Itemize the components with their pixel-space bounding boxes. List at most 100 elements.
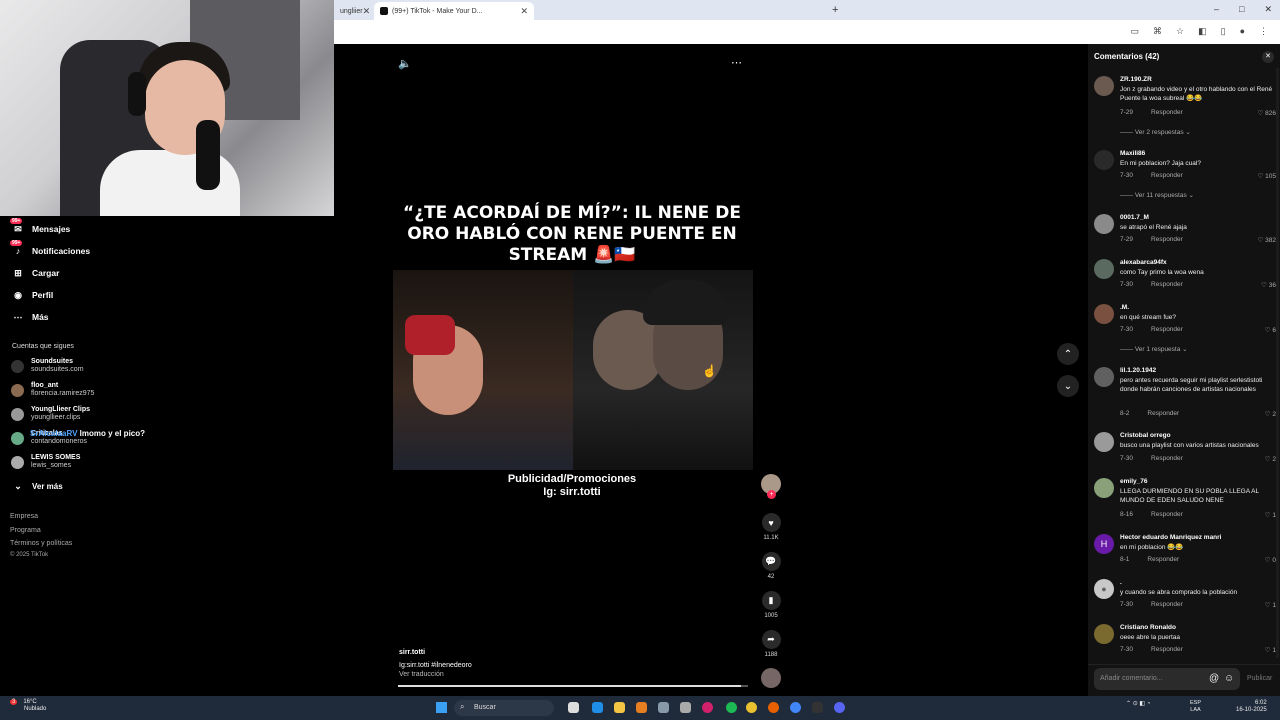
edge-icon[interactable] <box>592 702 603 713</box>
comment-likes[interactable]: ♡ 1 <box>1265 601 1276 609</box>
music-icon[interactable] <box>680 702 691 713</box>
language-indicator[interactable]: ESP LAA <box>1190 700 1201 714</box>
avatar[interactable] <box>1094 76 1114 96</box>
nav-profile[interactable]: ◉ Perfil <box>12 289 53 301</box>
nav-notifications[interactable]: ♪ 99+ Notificaciones <box>10 240 90 257</box>
reply-button[interactable]: Responder <box>1151 455 1183 462</box>
avatar[interactable]: H <box>1094 534 1114 554</box>
following-item[interactable]: floo_ant florencia.ramirez975 <box>11 382 94 398</box>
comment-user[interactable]: lil.1.20.1942 <box>1120 367 1156 374</box>
chrome-active-icon[interactable] <box>790 702 801 713</box>
reply-button[interactable]: Responder <box>1151 236 1183 243</box>
new-tab-icon[interactable]: + <box>832 4 838 16</box>
reply-button[interactable]: Responder <box>1151 646 1183 653</box>
comment-user[interactable]: ZR.190.ZR <box>1120 76 1152 83</box>
tab-inactive[interactable]: ungliier ✕ <box>334 2 374 20</box>
following-item[interactable]: LEWIS SOMES lewis_somes <box>11 454 80 470</box>
comment-likes[interactable]: ♡ 6 <box>1265 326 1276 334</box>
previous-video-button[interactable]: ⌃ <box>1057 343 1079 365</box>
view-replies-button[interactable]: —— Ver 2 respuestas ⌄ <box>1120 128 1191 136</box>
comment-likes[interactable]: ♡ 382 <box>1258 236 1277 244</box>
extensions-icon[interactable]: ◧ <box>1198 26 1207 37</box>
avatar[interactable] <box>1094 367 1114 387</box>
translate-link[interactable]: Ver traducción <box>399 671 444 678</box>
comment-likes[interactable]: ♡ 2 <box>1265 410 1276 418</box>
comment-user[interactable]: 0001.7_M <box>1120 214 1149 221</box>
comment-user[interactable]: emily_76 <box>1120 478 1147 485</box>
comment-user[interactable]: Hector eduardo Manriquez manri <box>1120 534 1222 541</box>
tab-active[interactable]: (99+) TikTok - Make Your D... ✕ <box>374 2 534 20</box>
comment-likes[interactable]: ♡ 105 <box>1258 172 1277 180</box>
reply-button[interactable]: Responder <box>1151 109 1183 116</box>
taskbar-search[interactable]: ⌕ Buscar <box>454 700 554 716</box>
music-disc[interactable] <box>761 668 781 688</box>
nav-more[interactable]: ⋯ Más <box>12 311 49 323</box>
comment-likes[interactable]: ♡ 36 <box>1261 281 1276 289</box>
publish-button[interactable]: Publicar <box>1247 675 1272 682</box>
discord-icon[interactable] <box>834 702 845 713</box>
taskview-icon[interactable] <box>568 702 579 713</box>
close-tab-icon[interactable]: ✕ <box>520 6 528 17</box>
firefox-icon[interactable] <box>768 702 779 713</box>
maximize-icon[interactable]: □ <box>1239 4 1244 15</box>
reply-button[interactable]: Responder <box>1151 281 1183 288</box>
weather-widget[interactable]: 3 16°C Nublado <box>8 699 46 713</box>
comment-button[interactable]: 💬 42 <box>760 552 782 580</box>
follow-plus-icon[interactable]: + <box>767 490 776 499</box>
save-button[interactable]: ▮ 1005 <box>760 591 782 619</box>
see-more-button[interactable]: ⌄ Ver más <box>12 480 62 492</box>
avatar[interactable] <box>1094 432 1114 452</box>
minimize-icon[interactable]: – <box>1214 4 1219 15</box>
more-options-icon[interactable]: ⋯ <box>731 56 742 69</box>
comment-user[interactable]: Maxili86 <box>1120 150 1145 157</box>
avatar[interactable] <box>1094 150 1114 170</box>
comment-user[interactable]: Cristiano Ronaldo <box>1120 624 1176 631</box>
video-author[interactable]: sirr.totti <box>399 649 425 656</box>
close-window-icon[interactable]: ✕ <box>1264 4 1272 15</box>
avatar[interactable] <box>1094 624 1114 644</box>
following-item[interactable]: YoungLlieer Clips youngllieer.clips <box>11 406 90 422</box>
view-replies-button[interactable]: —— Ver 11 respuestas ⌄ <box>1120 191 1194 199</box>
following-item[interactable]: Soundsuites soundsuites.com <box>11 358 84 374</box>
comment-likes[interactable]: ♡ 2 <box>1265 455 1276 463</box>
view-replies-button[interactable]: —— Ver 1 respuesta ⌄ <box>1120 345 1188 353</box>
reply-button[interactable]: Responder <box>1151 326 1183 333</box>
reply-button[interactable]: Responder <box>1147 410 1179 417</box>
nav-upload[interactable]: ⊞ Cargar <box>12 267 59 279</box>
taskbar-clock[interactable]: 6:02 16-10-2025 <box>1236 700 1267 714</box>
comment-likes[interactable]: ♡ 1 <box>1265 646 1276 654</box>
bookmark-star-icon[interactable]: ☆ <box>1176 26 1184 37</box>
like-button[interactable]: ♥ 11.1K <box>760 513 782 541</box>
comment-likes[interactable]: ♡ 1 <box>1265 511 1276 519</box>
profile-avatar-icon[interactable]: ● <box>1240 26 1245 37</box>
close-comments-icon[interactable]: ✕ <box>1262 51 1274 63</box>
reply-button[interactable]: Responder <box>1147 556 1179 563</box>
footer-program[interactable]: Programa <box>10 527 41 534</box>
cast-icon[interactable]: ▭ <box>1131 26 1140 37</box>
sidepanel-icon[interactable]: ▯ <box>1221 26 1226 37</box>
comment-likes[interactable]: ♡ 826 <box>1258 109 1277 117</box>
next-video-button[interactable]: ⌄ <box>1057 375 1079 397</box>
comment-user[interactable]: Cristobal orrego <box>1120 432 1171 439</box>
reply-button[interactable]: Responder <box>1151 172 1183 179</box>
close-tab-icon[interactable]: ✕ <box>363 6 371 17</box>
system-tray[interactable]: ⌃ ⊙ ◧ ◔ <box>1126 700 1150 707</box>
share-button[interactable]: ➦ 1188 <box>760 630 782 658</box>
spotify-icon[interactable] <box>726 702 737 713</box>
default-user-icon[interactable]: ● <box>1094 579 1114 599</box>
avatar[interactable] <box>1094 214 1114 234</box>
mention-icon[interactable]: @ <box>1209 673 1219 684</box>
footer-terms[interactable]: Términos y políticas <box>10 540 72 547</box>
comment-user[interactable]: .M. <box>1120 304 1129 311</box>
chrome-icon[interactable] <box>746 702 757 713</box>
comment-likes[interactable]: ♡ 0 <box>1265 556 1276 564</box>
windows-start-icon[interactable] <box>436 702 447 713</box>
comment-user[interactable]: alexabarca94fx <box>1120 259 1167 266</box>
reply-button[interactable]: Responder <box>1151 601 1183 608</box>
media-player-icon[interactable] <box>702 702 713 713</box>
avatar[interactable] <box>1094 304 1114 324</box>
avatar[interactable] <box>1094 478 1114 498</box>
reply-button[interactable]: Responder <box>1151 511 1183 518</box>
volume-icon[interactable]: 🔈 <box>398 57 412 70</box>
avatar[interactable] <box>1094 259 1114 279</box>
